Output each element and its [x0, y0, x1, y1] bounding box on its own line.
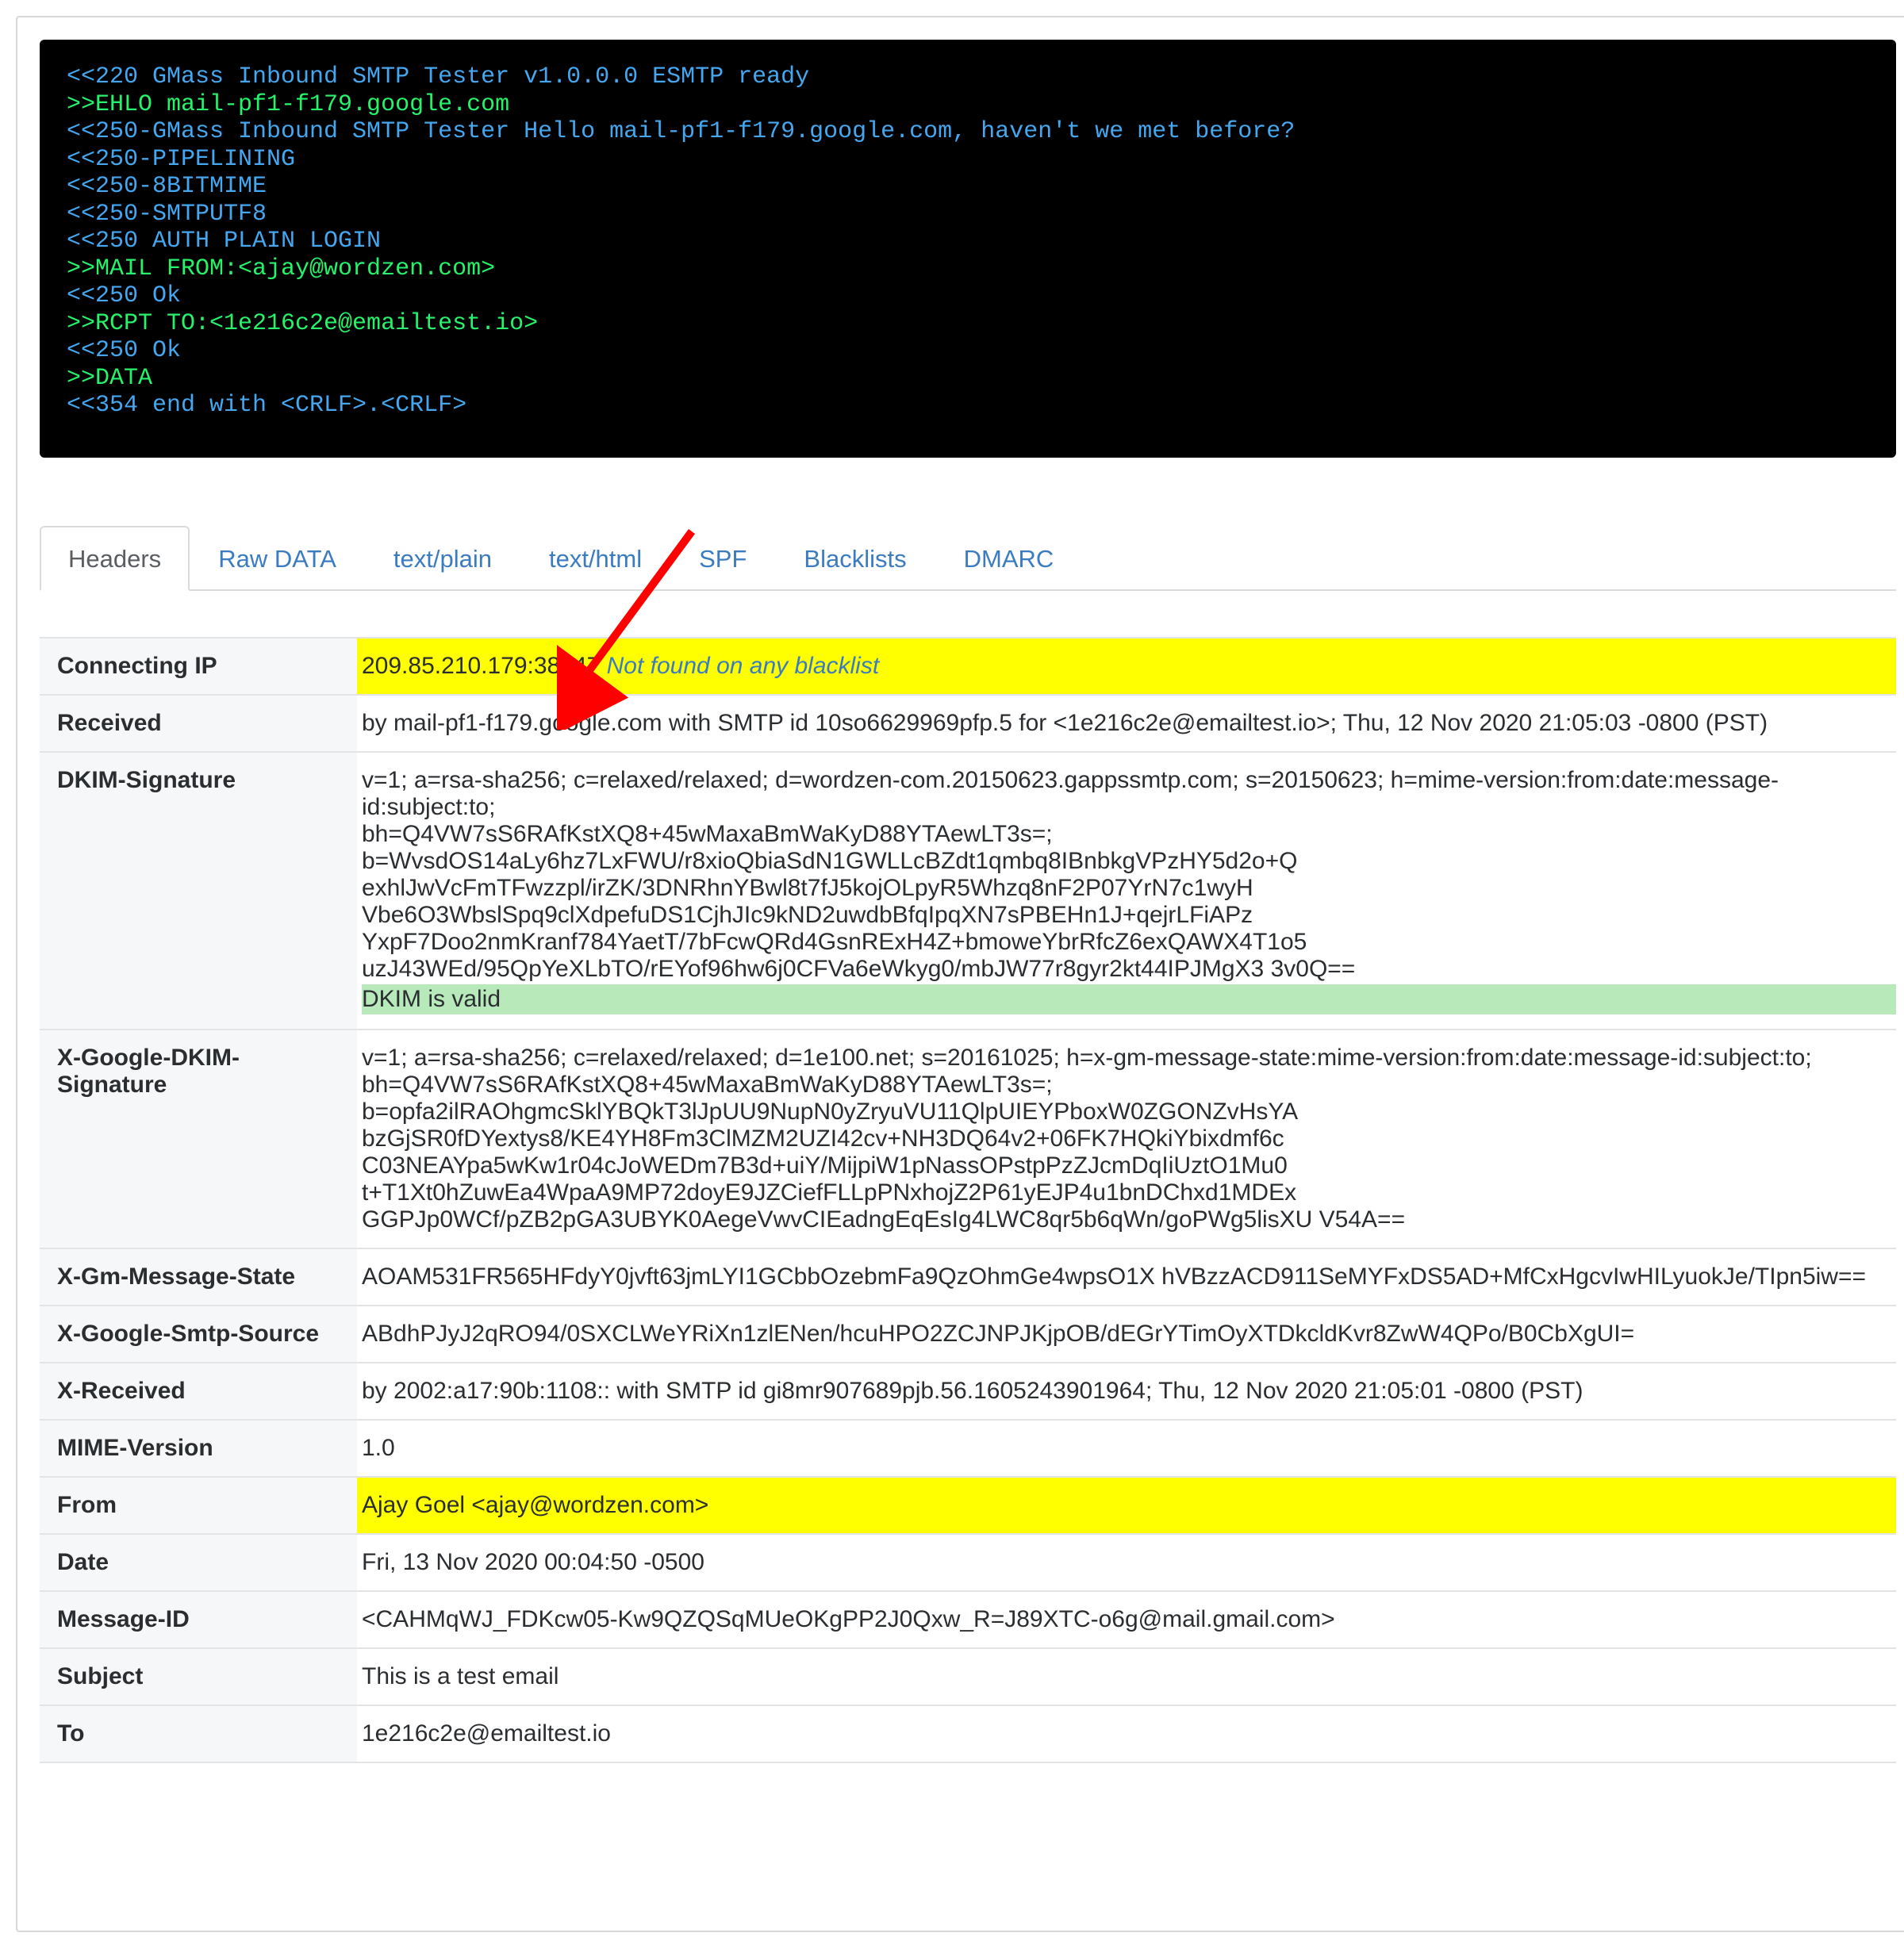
row-mime-version: MIME-Version 1.0: [40, 1421, 1896, 1478]
value-connecting-ip: 209.85.210.179:38647 Not found on any bl…: [357, 638, 1896, 694]
value-from: Ajay Goel <ajay@wordzen.com>: [357, 1478, 1896, 1533]
tab-text-html[interactable]: text/html: [520, 526, 670, 591]
row-date: Date Fri, 13 Nov 2020 00:04:50 -0500: [40, 1535, 1896, 1592]
value-mime-version: 1.0: [357, 1421, 1896, 1476]
xgdkim-l1: v=1; a=rsa-sha256; c=relaxed/relaxed; d=…: [362, 1045, 1812, 1071]
row-from: From Ajay Goel <ajay@wordzen.com>: [40, 1478, 1896, 1535]
value-received: by mail-pf1-f179.google.com with SMTP id…: [357, 696, 1896, 751]
dkim-l6: YxpF7Doo2nmKranf784YaetT/7bFcwQRd4GsnREx…: [362, 929, 1307, 955]
row-message-id: Message-ID <CAHMqWJ_FDKcw05-Kw9QZQSqMUeO…: [40, 1592, 1896, 1649]
tab-blacklists[interactable]: Blacklists: [775, 526, 935, 591]
label-x-received: X-Received: [40, 1363, 357, 1419]
label-x-google-dkim: X-Google-DKIM-Signature: [40, 1030, 357, 1248]
xgdkim-l6: t+T1Xt0hZuwEa4WpaA9MP72doyE9JZCiefFLLpPN…: [362, 1179, 1296, 1206]
label-to: To: [40, 1706, 357, 1762]
tabs-bar: HeadersRaw DATAtext/plaintext/htmlSPFBla…: [40, 524, 1896, 591]
label-dkim-signature: DKIM-Signature: [40, 753, 357, 1029]
row-connecting-ip: Connecting IP 209.85.210.179:38647 Not f…: [40, 638, 1896, 696]
label-received: Received: [40, 696, 357, 751]
tab-raw-data[interactable]: Raw DATA: [190, 526, 365, 591]
row-x-google-smtp-source: X-Google-Smtp-Source ABdhPJyJ2qRO94/0SXC…: [40, 1306, 1896, 1363]
terminal-line: <<250 Ok: [67, 337, 181, 364]
row-subject: Subject This is a test email: [40, 1649, 1896, 1706]
xgdkim-l7: GGPJp0WCf/pZB2pGA3UBYK0AegeVwvCIEadngEqE…: [362, 1206, 1405, 1233]
tab-headers[interactable]: Headers: [40, 526, 190, 591]
tab-text-plain[interactable]: text/plain: [365, 526, 520, 591]
terminal-line: >>RCPT TO:<1e216c2e@emailtest.io>: [67, 310, 538, 337]
label-subject: Subject: [40, 1649, 357, 1704]
row-received: Received by mail-pf1-f179.google.com wit…: [40, 696, 1896, 753]
dkim-l2: bh=Q4VW7sS6RAfKstXQ8+45wMaxaBmWaKyD88YTA…: [362, 821, 1053, 847]
dkim-valid-badge: DKIM is valid: [362, 984, 1896, 1014]
label-from: From: [40, 1478, 357, 1533]
tab-spf[interactable]: SPF: [670, 526, 775, 591]
email-analysis-panel: <<220 GMass Inbound SMTP Tester v1.0.0.0…: [16, 16, 1904, 1932]
terminal-line: <<250 Ok: [67, 282, 181, 309]
terminal-line: <<220 GMass Inbound SMTP Tester v1.0.0.0…: [67, 63, 809, 90]
terminal-line: >>MAIL FROM:<ajay@wordzen.com>: [67, 255, 495, 282]
xgdkim-l3: b=opfa2ilRAOhgmcSklYBQkT3lJpUU9NupN0yZry…: [362, 1099, 1298, 1125]
label-x-gm-message-state: X-Gm-Message-State: [40, 1249, 357, 1305]
terminal-line: <<250-SMTPUTF8: [67, 201, 267, 228]
value-x-received: by 2002:a17:90b:1108:: with SMTP id gi8m…: [357, 1363, 1896, 1419]
value-to: 1e216c2e@emailtest.io: [357, 1706, 1896, 1762]
terminal-line: <<250-PIPELINING: [67, 146, 295, 173]
row-x-google-dkim: X-Google-DKIM-Signature v=1; a=rsa-sha25…: [40, 1030, 1896, 1249]
value-x-gm-message-state: AOAM531FR565HFdyY0jvft63jmLYI1GCbbOzebmF…: [357, 1249, 1896, 1305]
smtp-terminal: <<220 GMass Inbound SMTP Tester v1.0.0.0…: [40, 40, 1896, 458]
value-x-google-smtp-source: ABdhPJyJ2qRO94/0SXCLWeYRiXn1zlENen/hcuHP…: [357, 1306, 1896, 1362]
terminal-line: <<250-GMass Inbound SMTP Tester Hello ma…: [67, 118, 1295, 145]
terminal-line: >>DATA: [67, 365, 152, 392]
value-dkim-signature: v=1; a=rsa-sha256; c=relaxed/relaxed; d=…: [357, 753, 1896, 1029]
tab-dmarc[interactable]: DMARC: [935, 526, 1083, 591]
blacklist-status-link[interactable]: Not found on any blacklist: [607, 653, 880, 679]
row-dkim-signature: DKIM-Signature v=1; a=rsa-sha256; c=rela…: [40, 753, 1896, 1030]
xgdkim-l4: bzGjSR0fDYextys8/KE4YH8Fm3ClMZM2UZI42cv+…: [362, 1125, 1284, 1152]
value-message-id: <CAHMqWJ_FDKcw05-Kw9QZQSqMUeOKgPP2J0Qxw_…: [357, 1592, 1896, 1647]
value-date: Fri, 13 Nov 2020 00:04:50 -0500: [357, 1535, 1896, 1590]
row-to: To 1e216c2e@emailtest.io: [40, 1706, 1896, 1763]
xgdkim-l5: C03NEAYpa5wKw1r04cJoWEDm7B3d+uiY/MijpiW1…: [362, 1152, 1288, 1179]
value-x-google-dkim: v=1; a=rsa-sha256; c=relaxed/relaxed; d=…: [357, 1030, 1896, 1248]
headers-table: Connecting IP 209.85.210.179:38647 Not f…: [40, 637, 1896, 1763]
label-mime-version: MIME-Version: [40, 1421, 357, 1476]
value-subject: This is a test email: [357, 1649, 1896, 1704]
row-x-received: X-Received by 2002:a17:90b:1108:: with S…: [40, 1363, 1896, 1421]
label-message-id: Message-ID: [40, 1592, 357, 1647]
terminal-line: <<354 end with <CRLF>.<CRLF>: [67, 392, 466, 419]
dkim-l1: v=1; a=rsa-sha256; c=relaxed/relaxed; d=…: [362, 767, 1779, 820]
label-x-google-smtp-source: X-Google-Smtp-Source: [40, 1306, 357, 1362]
connecting-ip-text: 209.85.210.179:38647: [362, 653, 600, 679]
dkim-l7: uzJ43WEd/95QpYeXLbTO/rEYof96hw6j0CFVa6eW…: [362, 956, 1355, 982]
terminal-line: >>EHLO mail-pf1-f179.google.com: [67, 91, 509, 118]
dkim-l3: b=WvsdOS14aLy6hz7LxFWU/r8xioQbiaSdN1GWLL…: [362, 848, 1297, 874]
terminal-line: <<250-8BITMIME: [67, 173, 267, 200]
row-x-gm-message-state: X-Gm-Message-State AOAM531FR565HFdyY0jvf…: [40, 1249, 1896, 1306]
dkim-l5: Vbe6O3WbslSpq9clXdpefuDS1CjhJIc9kND2uwdb…: [362, 902, 1253, 928]
label-date: Date: [40, 1535, 357, 1590]
label-connecting-ip: Connecting IP: [40, 638, 357, 694]
xgdkim-l2: bh=Q4VW7sS6RAfKstXQ8+45wMaxaBmWaKyD88YTA…: [362, 1072, 1053, 1098]
terminal-line: <<250 AUTH PLAIN LOGIN: [67, 228, 381, 255]
dkim-l4: exhlJwVcFmTFwzzpl/irZK/3DNRhnYBwl8t7fJ5k…: [362, 875, 1253, 901]
